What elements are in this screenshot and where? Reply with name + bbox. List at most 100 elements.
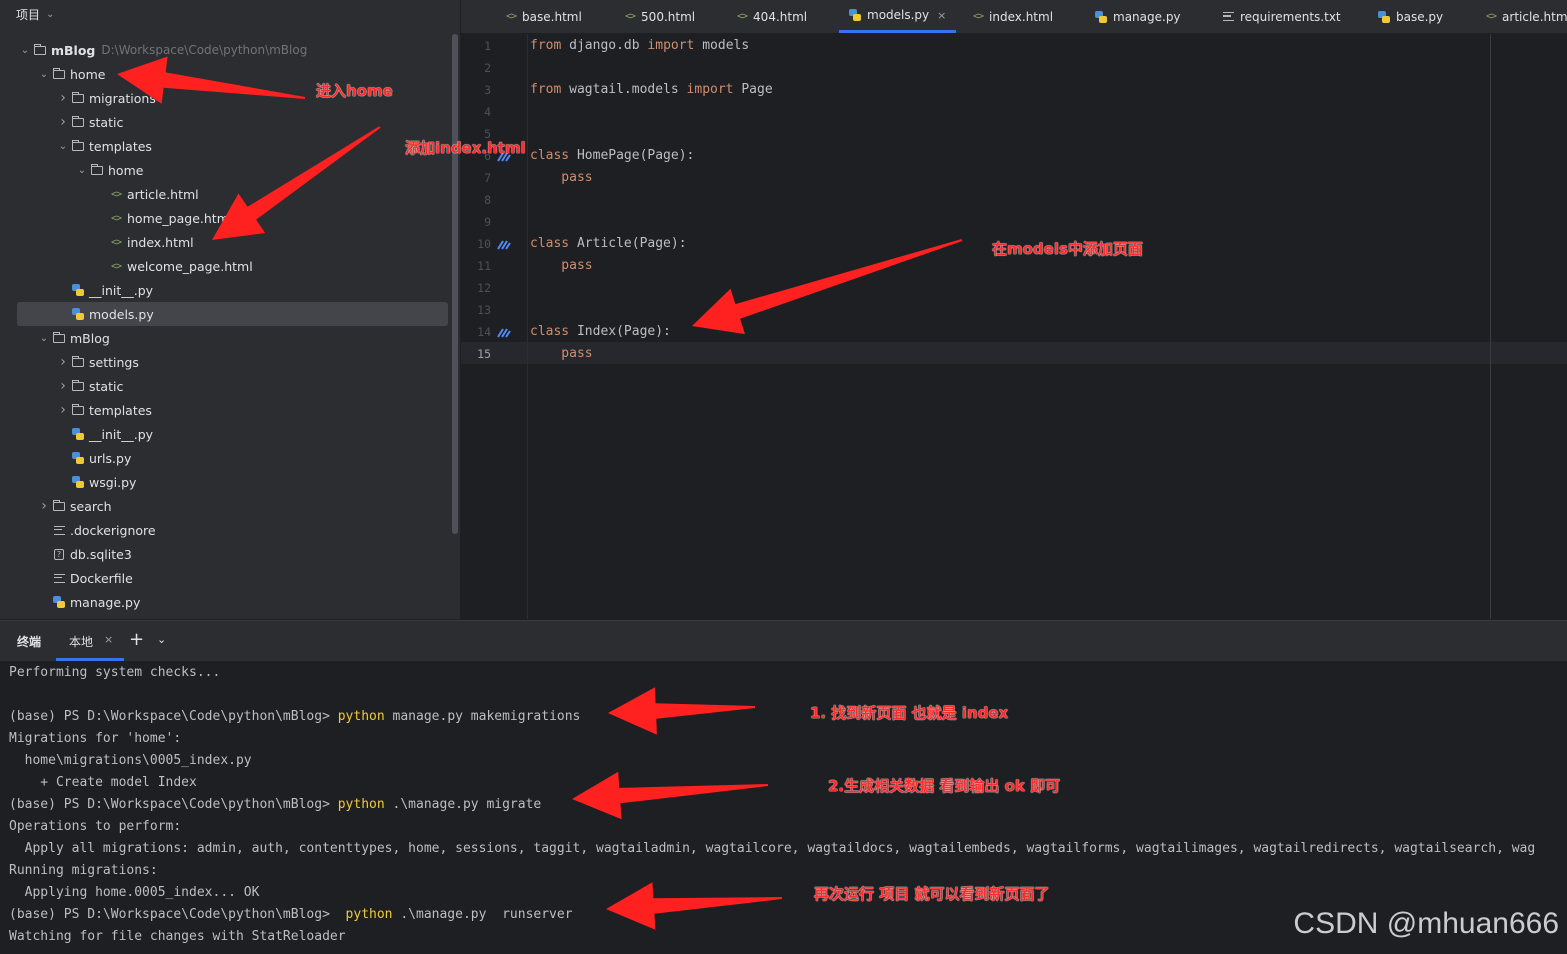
tree-item-label: Dockerfile: [70, 570, 133, 586]
tree-item-label: home: [108, 162, 144, 178]
annotation-step2: 2.生成相关数据 看到输出 ok 即可: [828, 777, 1061, 795]
terminal-command: python: [337, 797, 385, 812]
chevron-down-icon[interactable]: ⌄: [18, 45, 32, 56]
terminal-command: python: [337, 709, 385, 724]
code-line: class HomePage(Page):: [530, 148, 694, 163]
editor-tab[interactable]: <> 404.html: [737, 0, 807, 33]
python-file-icon: [70, 283, 86, 297]
close-tab-icon[interactable]: ×: [937, 9, 946, 22]
tree-item[interactable]: __init__.py: [0, 422, 452, 446]
code-token: Index(Page):: [576, 324, 671, 339]
tree-item[interactable]: <> home_page.htm: [0, 206, 452, 230]
chevron-down-icon[interactable]: ⌄: [157, 633, 166, 646]
editor-tab[interactable]: requirements.txt: [1223, 0, 1341, 33]
tree-item[interactable]: <> index.html: [0, 230, 452, 254]
html-file-icon: <>: [737, 11, 748, 22]
tree-item[interactable]: › templates: [0, 398, 452, 422]
tree-item[interactable]: models.py: [17, 302, 448, 326]
editor-tab[interactable]: models.py ×: [839, 0, 957, 33]
tree-item[interactable]: ⌄ templates: [0, 134, 452, 158]
subclass-marker-icon[interactable]: [497, 328, 511, 338]
line-number: 4: [484, 105, 491, 119]
chevron-right-icon[interactable]: ›: [56, 354, 70, 370]
editor-tab[interactable]: base.py: [1378, 0, 1443, 33]
python-file-icon: [849, 9, 861, 21]
editor-tab[interactable]: <> index.html: [973, 0, 1053, 33]
chevron-right-icon[interactable]: ›: [37, 498, 51, 514]
html-file-icon: <>: [110, 236, 122, 248]
terminal-line: (base) PS D:\Workspace\Code\python\mBlog…: [9, 797, 541, 812]
chevron-down-icon[interactable]: ⌄: [56, 141, 70, 152]
chevron-right-icon[interactable]: ›: [56, 378, 70, 394]
line-number: 8: [484, 193, 491, 207]
editor-tab[interactable]: <> 500.html: [625, 0, 695, 33]
tree-item[interactable]: wsgi.py: [0, 470, 452, 494]
right-margin-guide: [1490, 34, 1491, 619]
package-folder-icon: [51, 67, 67, 81]
terminal-text: Operations to perform:: [9, 819, 182, 834]
terminal-text: (base) PS D:\Workspace\Code\python\mBlog…: [9, 709, 338, 724]
tree-item[interactable]: ⌄ mBlog: [0, 326, 452, 350]
python-file-icon: [70, 427, 86, 441]
editor-tab[interactable]: manage.py: [1095, 0, 1181, 33]
chevron-down-icon[interactable]: ⌄: [37, 333, 51, 344]
terminal-title: 终端: [17, 635, 42, 649]
code-keyword: from: [530, 38, 570, 53]
annotation-enter-home: 进入home: [316, 82, 393, 100]
chevron-right-icon[interactable]: ›: [56, 114, 70, 130]
tree-item[interactable]: ⌄ home: [0, 158, 452, 182]
terminal-text: manage.py makemigrations: [384, 709, 581, 724]
terminal-line: Apply all migrations: admin, auth, conte…: [9, 841, 1536, 856]
folder-icon: [70, 115, 86, 129]
terminal-line: Watching for file changes with StatReloa…: [9, 929, 346, 944]
chevron-down-icon[interactable]: ⌄: [75, 165, 89, 176]
tree-item[interactable]: › settings: [0, 350, 452, 374]
editor-tab-bar: <> base.html <> 500.html <> 404.html models.py…: [461, 0, 1567, 34]
line-number: 15: [477, 347, 491, 361]
add-terminal-icon[interactable]: +: [129, 629, 144, 650]
tree-item[interactable]: __init__.py: [0, 278, 452, 302]
tree-item-label: __init__.py: [89, 282, 154, 298]
python-file-icon: [1378, 10, 1390, 23]
terminal-line: Performing system checks...: [9, 665, 220, 680]
terminal-tab-local[interactable]: 本地 ×: [56, 621, 124, 661]
tree-item[interactable]: Dockerfile: [0, 566, 452, 590]
terminal-text: Watching for file changes with StatReloa…: [9, 929, 346, 944]
terminal-text: .\manage.py migrate: [384, 797, 542, 812]
code-keyword: from: [530, 82, 570, 97]
line-number: 14: [477, 325, 491, 339]
terminal-line: home\migrations\0005_index.py: [9, 753, 252, 768]
tree-item[interactable]: › search: [0, 494, 452, 518]
tree-item[interactable]: urls.py: [0, 446, 452, 470]
python-file-icon: [70, 475, 86, 489]
tree-item-label: index.html: [127, 234, 194, 250]
code-editor[interactable]: 1 2 3 4 5 6 7 8 9 10 11 12 13 14 15 from django.db imp…: [461, 34, 1567, 619]
tree-item[interactable]: <> welcome_page.html: [0, 254, 452, 278]
tree-item[interactable]: .dockerignore: [0, 518, 452, 542]
editor-tab-label: index.html: [989, 9, 1054, 24]
terminal-line: Operations to perform:: [9, 819, 181, 834]
tree-item-label: home_page.htm: [127, 210, 229, 226]
tree-item[interactable]: ⌄ mBlog D:\Workspace\Code\python\mBlog: [0, 38, 452, 62]
chevron-right-icon[interactable]: ›: [56, 402, 70, 418]
database-file-icon: ?: [51, 547, 67, 561]
terminal-tab-label: 本地: [69, 635, 94, 649]
html-file-icon: <>: [973, 11, 984, 22]
tree-item[interactable]: <> article.html: [0, 182, 452, 206]
editor-tab[interactable]: <> article.htm: [1486, 0, 1567, 33]
editor-tab[interactable]: <> base.html: [506, 0, 582, 33]
subclass-marker-icon[interactable]: [497, 240, 511, 250]
close-icon[interactable]: ×: [104, 633, 113, 646]
editor-tab-label: article.htm: [1502, 9, 1567, 24]
tree-item[interactable]: › static: [0, 374, 452, 398]
project-view-selector[interactable]: 项目 ⌄: [0, 0, 460, 28]
line-number: 2: [484, 61, 491, 75]
line-number: 7: [484, 171, 491, 185]
tree-item[interactable]: manage.py: [0, 590, 452, 614]
tree-item[interactable]: › static: [0, 110, 452, 134]
tree-item[interactable]: ? db.sqlite3: [0, 542, 452, 566]
tree-scrollbar[interactable]: [452, 34, 458, 534]
chevron-right-icon[interactable]: ›: [56, 90, 70, 106]
code-keyword: pass: [530, 170, 593, 185]
chevron-down-icon[interactable]: ⌄: [37, 69, 51, 80]
